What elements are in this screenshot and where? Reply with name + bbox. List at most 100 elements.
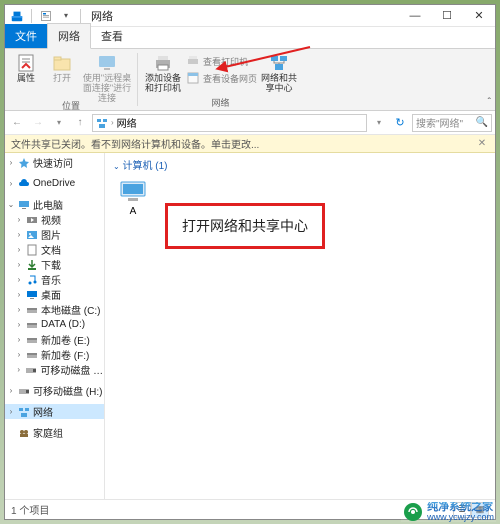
- nav-pictures[interactable]: ›图片: [5, 227, 104, 242]
- ribbon: 属性 打开 使用"远程桌面连接"进行连接 位置: [5, 49, 495, 111]
- add-device-button[interactable]: 添加设备和打印机: [142, 51, 184, 94]
- ribbon-tabs: 文件 网络 查看: [5, 27, 495, 49]
- tab-network[interactable]: 网络: [47, 23, 91, 49]
- nav-quick-access[interactable]: ›快速访问: [5, 155, 104, 170]
- history-dropdown[interactable]: ▾: [370, 114, 388, 132]
- back-button[interactable]: ←: [8, 114, 26, 132]
- usb-icon: [18, 385, 30, 397]
- qat-dropdown-icon[interactable]: ▾: [58, 8, 74, 24]
- nav-music[interactable]: ›音乐: [5, 272, 104, 287]
- nav-homegroup[interactable]: 家庭组: [5, 425, 104, 440]
- view-printers-label: 查看打印机: [203, 55, 248, 68]
- qat-properties-icon[interactable]: [38, 8, 54, 24]
- video-icon: [26, 214, 38, 226]
- annotation-callout: 打开网络和共享中心: [165, 203, 325, 249]
- properties-icon: [16, 53, 36, 73]
- network-icon: [96, 117, 108, 129]
- navigation-pane: ›快速访问 ›OneDrive ⌄此电脑 ›视频 ›图片 ›文档 ›下载 ›音乐…: [5, 153, 105, 499]
- computer-icon: [119, 180, 147, 204]
- device-page-icon: [186, 71, 200, 85]
- usb-icon: [25, 364, 37, 376]
- breadcrumb[interactable]: › 网络: [92, 114, 367, 132]
- documents-icon: [26, 244, 38, 256]
- nav-onedrive[interactable]: ›OneDrive: [5, 176, 104, 191]
- app-icon: [9, 8, 25, 24]
- status-bar: 1 个项目 ≣ ▦: [5, 499, 495, 519]
- view-device-page-label: 查看设备网页: [203, 72, 257, 85]
- open-icon: [52, 53, 72, 73]
- nav-videos[interactable]: ›视频: [5, 212, 104, 227]
- quick-access-toolbar: ▾: [5, 8, 83, 24]
- music-icon: [26, 274, 38, 286]
- nav-network[interactable]: ›网络: [5, 404, 104, 419]
- maximize-button[interactable]: ☐: [431, 5, 463, 27]
- network-icon: [18, 406, 30, 418]
- disk-icon: [26, 349, 38, 361]
- explorer-window: ▾ 网络 — ☐ ✕ 文件 网络 查看 属性: [4, 4, 496, 520]
- tab-file[interactable]: 文件: [5, 24, 47, 48]
- view-icons-button[interactable]: ▦: [471, 502, 489, 518]
- remote-desktop-icon: [97, 53, 117, 73]
- breadcrumb-segment[interactable]: 网络: [117, 115, 137, 130]
- minimize-button[interactable]: —: [399, 5, 431, 27]
- nav-downloads[interactable]: ›下载: [5, 257, 104, 272]
- nav-documents[interactable]: ›文档: [5, 242, 104, 257]
- ribbon-group-network: 添加设备和打印机 查看打印机 查看设备网页 网络和: [138, 49, 303, 110]
- computer-item-label: A: [130, 206, 137, 217]
- info-bar[interactable]: 文件共享已关闭。看不到网络计算机和设备。单击更改... ✕: [5, 135, 495, 153]
- properties-label: 属性: [17, 74, 35, 84]
- view-device-page-button[interactable]: 查看设备网页: [186, 70, 257, 86]
- group-network-label: 网络: [142, 96, 299, 109]
- computer-item[interactable]: A: [113, 180, 153, 217]
- cloud-icon: [18, 178, 30, 190]
- nav-disk-c[interactable]: ›本地磁盘 (C:): [5, 302, 104, 317]
- up-button[interactable]: ↑: [71, 114, 89, 132]
- disk-icon: [26, 319, 38, 331]
- nav-disk-f[interactable]: ›新加卷 (F:): [5, 347, 104, 362]
- address-bar: ← → ▾ ↑ › 网络 ▾ ↻ 搜索"网络" 🔍: [5, 111, 495, 135]
- search-placeholder: 搜索"网络": [416, 115, 463, 130]
- nav-desktop[interactable]: ›桌面: [5, 287, 104, 302]
- homegroup-icon: [18, 427, 30, 439]
- remote-desktop-button[interactable]: 使用"远程桌面连接"进行连接: [81, 51, 133, 104]
- star-icon: [18, 157, 30, 169]
- nav-this-pc[interactable]: ⌄此电脑: [5, 197, 104, 212]
- downloads-icon: [26, 259, 38, 271]
- group-header-computers[interactable]: ⌄ 计算机 (1): [105, 153, 495, 176]
- remote-desktop-label: 使用"远程桌面连接"进行连接: [81, 74, 133, 104]
- desktop-icon: [26, 289, 38, 301]
- disk-icon: [26, 334, 38, 346]
- search-input[interactable]: 搜索"网络" 🔍: [412, 114, 492, 132]
- content-pane[interactable]: ⌄ 计算机 (1) A 打开网络和共享中心: [105, 153, 495, 499]
- network-center-button[interactable]: 网络和共享中心: [259, 51, 299, 94]
- nav-disk-e[interactable]: ›新加卷 (E:): [5, 332, 104, 347]
- view-printers-button[interactable]: 查看打印机: [186, 53, 257, 69]
- open-label: 打开: [53, 74, 71, 84]
- ribbon-group-location: 属性 打开 使用"远程桌面连接"进行连接 位置: [5, 49, 137, 110]
- open-button[interactable]: 打开: [45, 51, 79, 84]
- tab-view[interactable]: 查看: [91, 24, 133, 48]
- chevron-right-icon: ›: [111, 118, 114, 127]
- info-bar-close[interactable]: ✕: [475, 138, 489, 149]
- search-icon: 🔍: [476, 117, 488, 128]
- nav-disk-h2[interactable]: ›可移动磁盘 (H:): [5, 383, 104, 398]
- properties-button[interactable]: 属性: [9, 51, 43, 84]
- refresh-button[interactable]: ↻: [391, 116, 409, 129]
- info-bar-text: 文件共享已关闭。看不到网络计算机和设备。单击更改...: [11, 136, 475, 151]
- printer-small-icon: [186, 54, 200, 68]
- forward-button[interactable]: →: [29, 114, 47, 132]
- main-split: ›快速访问 ›OneDrive ⌄此电脑 ›视频 ›图片 ›文档 ›下载 ›音乐…: [5, 153, 495, 499]
- pc-icon: [18, 199, 30, 211]
- ribbon-collapse-button[interactable]: ˆ: [488, 97, 491, 108]
- close-button[interactable]: ✕: [463, 5, 495, 27]
- status-item-count: 1 个项目: [11, 502, 49, 517]
- disk-icon: [26, 304, 38, 316]
- recent-dropdown[interactable]: ▾: [50, 114, 68, 132]
- network-center-label: 网络和共享中心: [259, 74, 299, 94]
- nav-disk-h[interactable]: ›可移动磁盘 (H:): [5, 362, 104, 377]
- nav-disk-d[interactable]: ›DATA (D:): [5, 317, 104, 332]
- network-center-icon: [269, 53, 289, 73]
- view-details-button[interactable]: ≣: [453, 502, 471, 518]
- pictures-icon: [26, 229, 38, 241]
- printer-icon: [153, 53, 173, 73]
